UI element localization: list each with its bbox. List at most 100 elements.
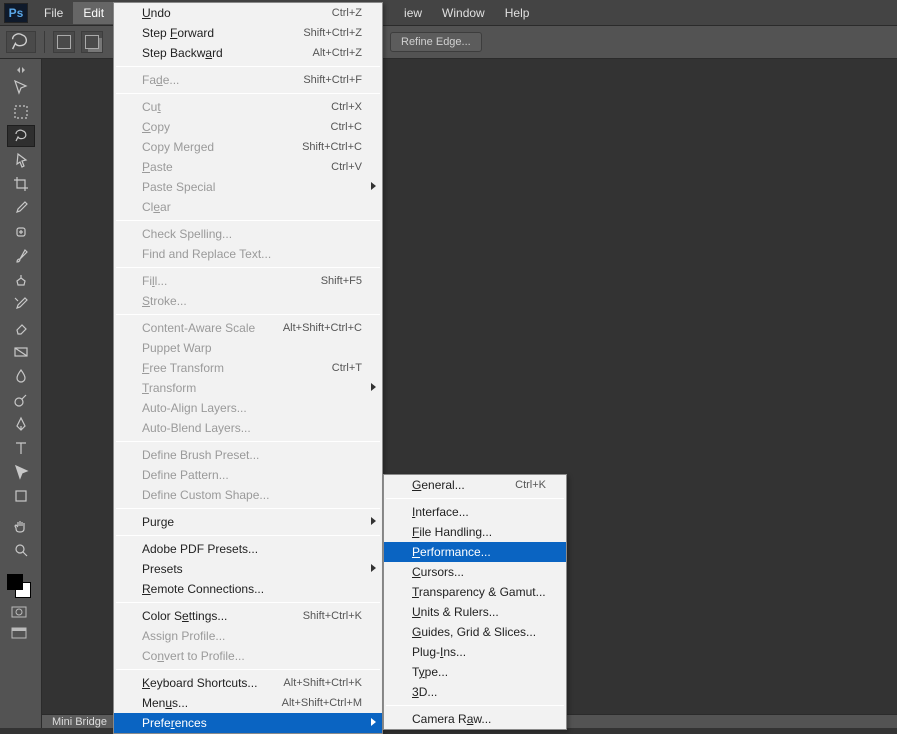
tool-history-brush[interactable] [7,293,35,315]
tool-move[interactable] [7,77,35,99]
menuitem-label: Auto-Blend Layers... [142,421,362,435]
menuitem-preferences[interactable]: Preferences [114,713,382,733]
tool-marquee[interactable] [7,101,35,123]
menuitem-label: Define Custom Shape... [142,488,362,502]
menuitem-purge[interactable]: Purge [114,512,382,532]
menuitem-performance[interactable]: Performance... [384,542,566,562]
menuitem-interface[interactable]: Interface... [384,502,566,522]
menuitem-keyboard-shortcuts[interactable]: Keyboard Shortcuts...Alt+Shift+Ctrl+K [114,673,382,693]
menuitem-general[interactable]: General...Ctrl+K [384,475,566,495]
menuitem-shortcut: Shift+Ctrl+K [303,610,362,622]
menuitem-camera-raw[interactable]: Camera Raw... [384,709,566,729]
menuitem-transparency-gamut[interactable]: Transparency & Gamut... [384,582,566,602]
tool-quick-select[interactable] [7,149,35,171]
menuitem-label: Purge [142,515,362,529]
menuitem-free-transform: Free TransformCtrl+T [114,358,382,378]
menu-separator [116,508,380,509]
menuitem-label: Define Brush Preset... [142,448,362,462]
menuitem-remote-connections[interactable]: Remote Connections... [114,579,382,599]
menuitem-find-and-replace-text: Find and Replace Text... [114,244,382,264]
menuitem-guides-grid-slices[interactable]: Guides, Grid & Slices... [384,622,566,642]
menuitem-plug-ins[interactable]: Plug-Ins... [384,642,566,662]
menu-view-partial[interactable]: iew [404,2,432,24]
menuitem-presets[interactable]: Presets [114,559,382,579]
tool-clone[interactable] [7,269,35,291]
menuitem-adobe-pdf-presets[interactable]: Adobe PDF Presets... [114,539,382,559]
tool-shape[interactable] [7,485,35,507]
menu-edit[interactable]: Edit [73,2,114,24]
refine-edge-button[interactable]: Refine Edge... [390,32,482,52]
menuitem-menus[interactable]: Menus...Alt+Shift+Ctrl+M [114,693,382,713]
menuitem-label: Convert to Profile... [142,649,362,663]
menuitem-shortcut: Shift+Ctrl+Z [303,27,362,39]
menuitem-label: Presets [142,562,362,576]
tool-eraser[interactable] [7,317,35,339]
menuitem-auto-align-layers: Auto-Align Layers... [114,398,382,418]
color-swatches[interactable] [5,572,33,600]
menuitem-3d[interactable]: 3D... [384,682,566,702]
tool-eyedropper[interactable] [7,197,35,219]
menu-window[interactable]: Window [432,2,495,24]
menuitem-copy: CopyCtrl+C [114,117,382,137]
menuitem-units-rulers[interactable]: Units & Rulers... [384,602,566,622]
menuitem-shortcut: Shift+Ctrl+F [303,74,362,86]
menuitem-color-settings[interactable]: Color Settings...Shift+Ctrl+K [114,606,382,626]
tool-gradient[interactable] [7,341,35,363]
menuitem-label: Interface... [412,505,546,519]
menuitem-shortcut: Alt+Shift+Ctrl+C [283,322,362,334]
menuitem-check-spelling: Check Spelling... [114,224,382,244]
tool-zoom[interactable] [7,539,35,561]
menu-help[interactable]: Help [495,2,540,24]
options-tool-preset[interactable] [6,31,36,53]
toolbar-collapse[interactable] [5,64,37,76]
submenu-arrow-icon [371,564,376,572]
menuitem-cursors[interactable]: Cursors... [384,562,566,582]
options-selection-new[interactable] [53,31,75,53]
menuitem-label: Free Transform [142,361,332,375]
tool-hand[interactable] [7,515,35,537]
menuitem-label: Transform [142,381,362,395]
menu-separator [116,441,380,442]
preferences-submenu-popup: General...Ctrl+K Interface... File Handlin… [383,474,567,730]
mini-bridge-tab[interactable]: Mini Bridge [42,715,118,728]
menuitem-stroke: Stroke... [114,291,382,311]
tool-brush[interactable] [7,245,35,267]
options-selection-add[interactable] [81,31,103,53]
quick-mask-toggle[interactable] [5,604,33,620]
menuitem-auto-blend-layers: Auto-Blend Layers... [114,418,382,438]
submenu-arrow-icon [371,517,376,525]
menuitem-label: Cursors... [412,565,546,579]
menuitem-label: Camera Raw... [412,712,546,726]
menu-file[interactable]: File [34,2,73,24]
menuitem-step-forward[interactable]: Step ForwardShift+Ctrl+Z [114,23,382,43]
tool-crop[interactable] [7,173,35,195]
menuitem-type[interactable]: Type... [384,662,566,682]
screen-mode-toggle[interactable] [5,624,33,642]
tool-path-select[interactable] [7,461,35,483]
tool-lasso[interactable] [7,125,35,147]
lasso-icon [7,28,35,56]
menuitem-fade: Fade...Shift+Ctrl+F [114,70,382,90]
menuitem-shortcut: Ctrl+K [515,479,546,491]
tool-dodge[interactable] [7,389,35,411]
menuitem-shortcut: Alt+Shift+Ctrl+K [283,677,362,689]
menuitem-shortcut: Ctrl+Z [332,7,362,19]
menuitem-undo[interactable]: UndoCtrl+Z [114,3,382,23]
menuitem-step-backward[interactable]: Step BackwardAlt+Ctrl+Z [114,43,382,63]
menu-separator [116,93,380,94]
tool-blur[interactable] [7,365,35,387]
menuitem-content-aware-scale: Content-Aware ScaleAlt+Shift+Ctrl+C [114,318,382,338]
menuitem-label: Assign Profile... [142,629,362,643]
menuitem-shortcut: Ctrl+V [331,161,362,173]
tool-healing[interactable] [7,221,35,243]
menuitem-file-handling[interactable]: File Handling... [384,522,566,542]
menu-separator [116,66,380,67]
menuitem-cut: CutCtrl+X [114,97,382,117]
menuitem-label: Content-Aware Scale [142,321,283,335]
menuitem-define-pattern: Define Pattern... [114,465,382,485]
tool-type[interactable] [7,437,35,459]
tool-pen[interactable] [7,413,35,435]
menuitem-label: Type... [412,665,546,679]
menuitem-label: Check Spelling... [142,227,362,241]
foreground-swatch[interactable] [7,574,23,590]
